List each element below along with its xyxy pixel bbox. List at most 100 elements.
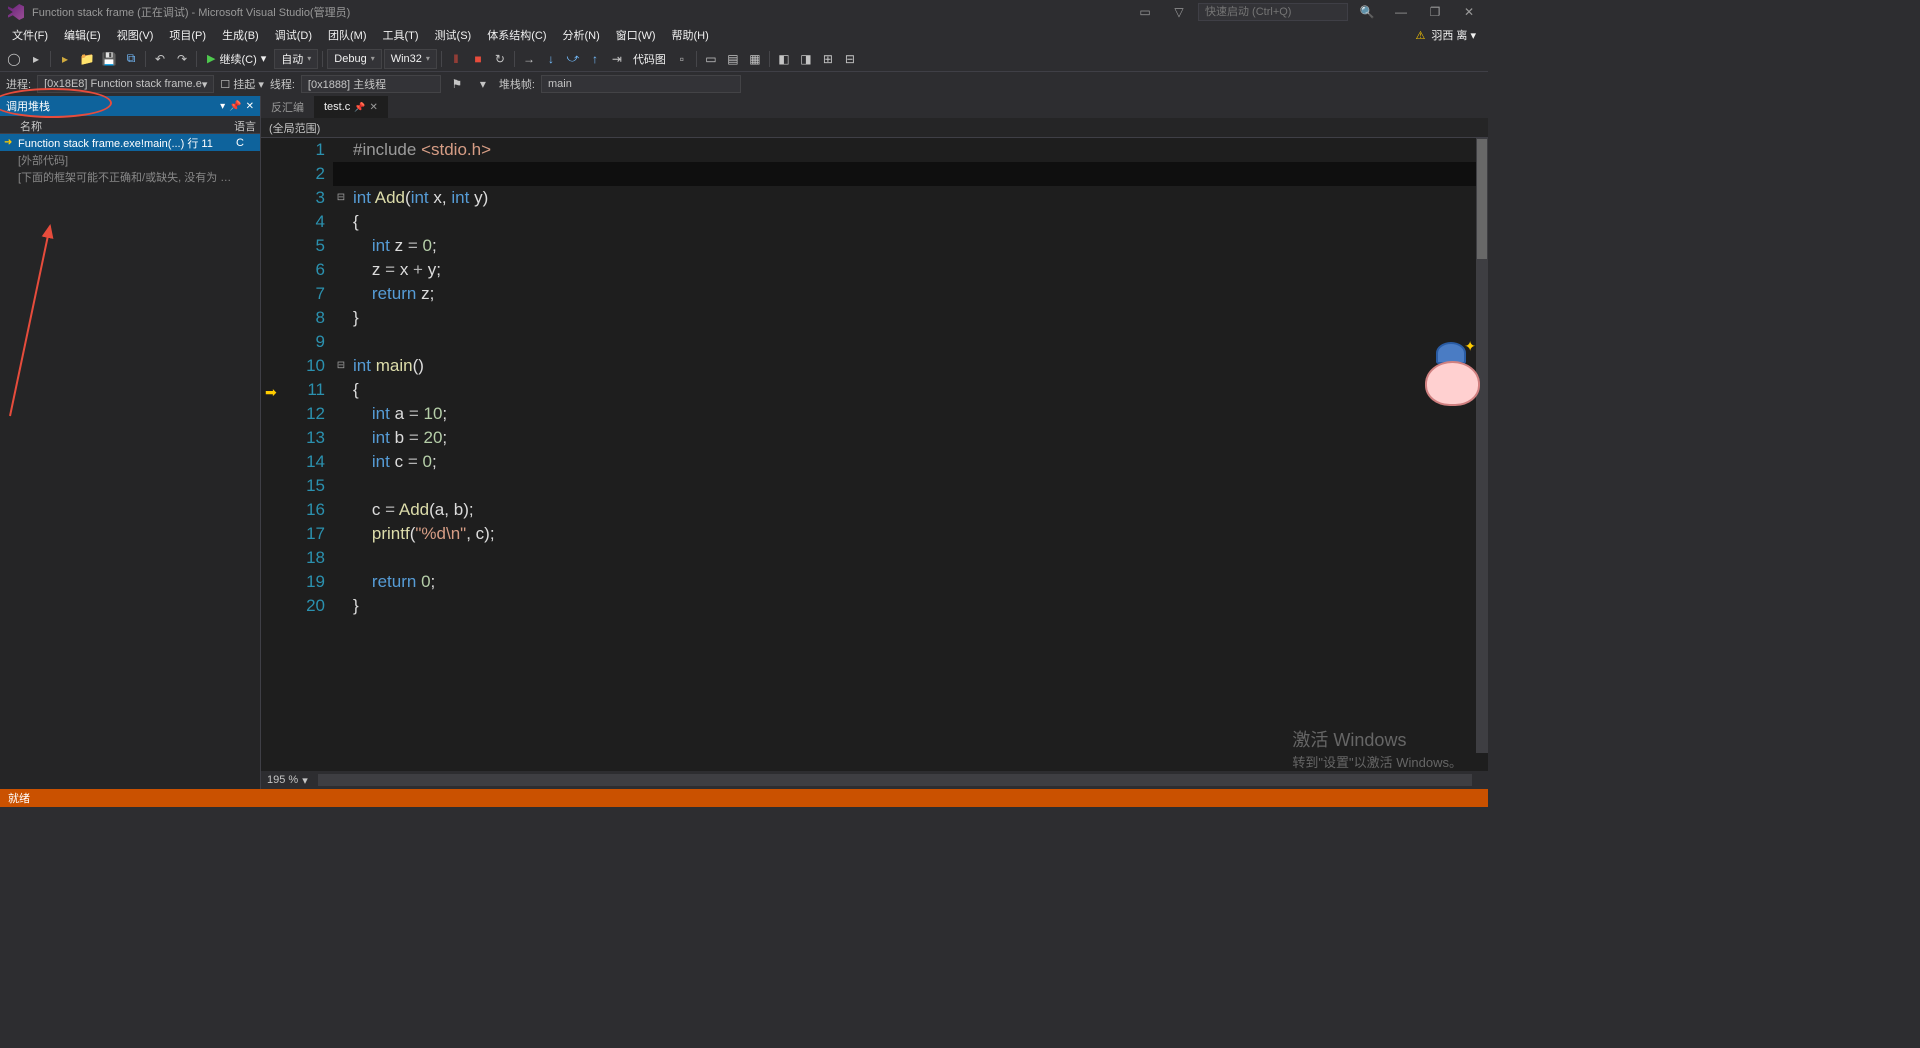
tb-icon-2[interactable]: ▭ [701, 49, 721, 69]
stackframe-label: 堆栈帧: [499, 76, 535, 92]
close-button[interactable]: ✕ [1454, 2, 1484, 22]
menubar: 文件(F)编辑(E)视图(V)项目(P)生成(B)调试(D)团队(M)工具(T)… [0, 24, 1488, 46]
menu-item[interactable]: 团队(M) [320, 25, 375, 45]
callstack-tab[interactable]: 调用堆栈 ▾ 📌 ✕ [0, 96, 260, 116]
platform-dropdown[interactable]: Win32 [384, 49, 437, 69]
tb-icon-5[interactable]: ◧ [774, 49, 794, 69]
callstack-col-name[interactable]: 名称 [0, 116, 230, 133]
run-to-icon[interactable]: ⇥ [607, 49, 627, 69]
tb-icon-3[interactable]: ▤ [723, 49, 743, 69]
solution-config-dropdown[interactable]: Debug [327, 49, 381, 69]
restart-icon[interactable]: ↻ [490, 49, 510, 69]
menu-item[interactable]: 生成(B) [214, 25, 267, 45]
step-into-icon[interactable]: ↓ [541, 49, 561, 69]
search-icon[interactable]: 🔍 [1352, 2, 1382, 22]
stop-icon[interactable]: ■ [468, 49, 488, 69]
callstack-row[interactable]: [外部代码] [0, 151, 260, 168]
menu-item[interactable]: 测试(S) [427, 25, 480, 45]
callstack-col-lang[interactable]: 语言 [230, 116, 260, 133]
warning-icon[interactable]: ⚠ [1415, 29, 1425, 42]
panel-pin-icon[interactable]: 📌 [229, 101, 241, 112]
suspend-toggle[interactable]: ☐ 挂起 ▾ [220, 76, 264, 92]
breakpoint-gutter[interactable]: ➡ [261, 138, 285, 771]
stackframe-dropdown[interactable]: main [541, 75, 741, 93]
status-text: 就绪 [8, 790, 30, 806]
editor-tab[interactable]: test.c📌✕ [314, 96, 388, 118]
debug-process-bar: 进程: [0x18E8] Function stack frame.e ▾ ☐ … [0, 72, 1488, 96]
annotation-arrow [0, 196, 80, 426]
titlebar: Function stack frame (正在调试) - Microsoft … [0, 0, 1488, 24]
new-icon[interactable]: ▸ [55, 49, 75, 69]
tb-icon-4[interactable]: ▦ [745, 49, 765, 69]
thread-flag-icon[interactable]: ⚑ [447, 74, 467, 94]
tb-icon-7[interactable]: ⊞ [818, 49, 838, 69]
tb-icon-8[interactable]: ⊟ [840, 49, 860, 69]
menu-item[interactable]: 分析(N) [555, 25, 608, 45]
window-title: Function stack frame (正在调试) - Microsoft … [32, 4, 350, 20]
editor-tabs: 反汇编test.c📌✕ [261, 96, 1488, 118]
zoom-level[interactable]: 195 % [267, 774, 298, 786]
callstack-row[interactable]: [下面的框架可能不正确和/或缺失, 没有为 kernel [0, 168, 260, 185]
callstack-row[interactable]: ➜Function stack frame.exe!main(...) 行 11… [0, 134, 260, 151]
saveall-icon[interactable]: ⧉ [121, 49, 141, 69]
process-label: 进程: [6, 76, 31, 92]
tb-icon-1[interactable]: ▫ [672, 49, 692, 69]
thread-label: 线程: [270, 76, 295, 92]
code-content[interactable]: #include <stdio.h>int Add(int x, int y){… [349, 138, 1488, 771]
minimize-button[interactable]: — [1386, 2, 1416, 22]
tab-close-icon[interactable]: ✕ [370, 102, 378, 113]
process-dropdown[interactable]: [0x18E8] Function stack frame.e ▾ [37, 75, 214, 93]
zoom-dropdown-icon[interactable]: ▾ [302, 774, 308, 787]
panel-dropdown-icon[interactable]: ▾ [220, 101, 225, 112]
undo-icon[interactable]: ↶ [150, 49, 170, 69]
main-toolbar: ◯ ▸ ▸ 📁 💾 ⧉ ↶ ↷ ▶继续(C) ▾ 自动 Debug Win32 … [0, 46, 1488, 72]
menu-item[interactable]: 窗口(W) [608, 25, 664, 45]
statusbar: 就绪 [0, 789, 1488, 807]
save-icon[interactable]: 💾 [99, 49, 119, 69]
config-dropdown[interactable]: 自动 [274, 49, 318, 69]
menu-item[interactable]: 文件(F) [4, 25, 56, 45]
scope-dropdown[interactable]: (全局范围) [269, 120, 320, 136]
user-badge[interactable]: 羽西 离 ▾ [1431, 27, 1476, 43]
callstack-header: 名称 语言 [0, 116, 260, 134]
open-icon[interactable]: 📁 [77, 49, 97, 69]
step-out-icon[interactable]: ↑ [585, 49, 605, 69]
notifications-icon[interactable]: ▭ [1130, 2, 1160, 22]
editor-footer: 195 % ▾ [261, 771, 1488, 789]
step-over-icon[interactable]: ⤻ [563, 49, 583, 69]
menu-item[interactable]: 编辑(E) [56, 25, 109, 45]
step-next-icon[interactable]: → [519, 49, 539, 69]
break-icon[interactable]: ‖ [446, 49, 466, 69]
panel-close-icon[interactable]: ✕ [246, 101, 254, 112]
h-scroll-area[interactable] [318, 774, 1472, 786]
redo-icon[interactable]: ↷ [172, 49, 192, 69]
editor-tab[interactable]: 反汇编 [261, 96, 314, 118]
feedback-icon[interactable]: ▽ [1164, 2, 1194, 22]
thread-dropdown[interactable]: [0x1888] 主线程 [301, 75, 441, 93]
vs-logo-icon [4, 0, 28, 24]
menu-item[interactable]: 视图(V) [109, 25, 162, 45]
tb-icon-6[interactable]: ◨ [796, 49, 816, 69]
code-editor[interactable]: ➡ 1234567891011121314151617181920 ⊟⊟ #in… [261, 138, 1488, 771]
maximize-button[interactable]: ❐ [1420, 2, 1450, 22]
quick-launch-input[interactable] [1198, 3, 1348, 21]
pin-icon[interactable]: 📌 [354, 102, 365, 113]
editor-area: 反汇编test.c📌✕ (全局范围) ➡ 1234567891011121314… [261, 96, 1488, 789]
nav-back-icon[interactable]: ◯ [4, 49, 24, 69]
nav-fwd-icon[interactable]: ▸ [26, 49, 46, 69]
continue-button[interactable]: ▶继续(C) ▾ [201, 49, 272, 69]
execution-pointer-icon: ➡ [265, 380, 277, 404]
menu-item[interactable]: 体系结构(C) [479, 25, 554, 45]
line-numbers: 1234567891011121314151617181920 [285, 138, 333, 771]
scope-bar[interactable]: (全局范围) [261, 118, 1488, 138]
menu-item[interactable]: 调试(D) [267, 25, 320, 45]
menu-item[interactable]: 项目(P) [161, 25, 214, 45]
fold-gutter[interactable]: ⊟⊟ [333, 138, 349, 771]
thread-filter-icon[interactable]: ▾ [473, 74, 493, 94]
callstack-title: 调用堆栈 [6, 98, 50, 114]
codemap-button[interactable]: 代码图 [629, 51, 670, 67]
callstack-panel: 调用堆栈 ▾ 📌 ✕ 名称 语言 ➜Function stack frame.e… [0, 96, 261, 789]
callstack-list: ➜Function stack frame.exe!main(...) 行 11… [0, 134, 260, 185]
menu-item[interactable]: 帮助(H) [664, 25, 717, 45]
menu-item[interactable]: 工具(T) [375, 25, 427, 45]
